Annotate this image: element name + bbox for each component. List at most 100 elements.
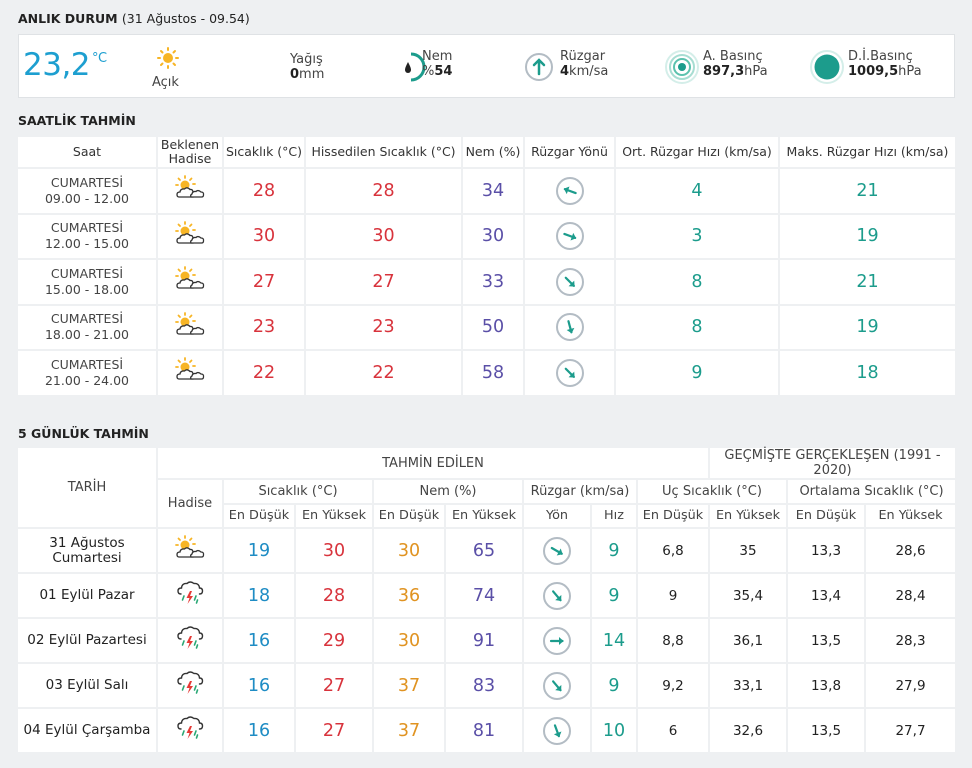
hourly-row: CUMARTESİ 09.00 - 12.00 28 28 34 4 21 [18, 169, 955, 213]
daily-average-min: 13,5 [788, 619, 864, 662]
hourly-wind-dir [525, 169, 614, 213]
daily-hum-max: 74 [446, 574, 522, 617]
wind-direction-icon [555, 358, 584, 387]
col-average-max: En Yüksek [866, 504, 955, 527]
daily-wind-speed: 14 [592, 619, 636, 662]
daily-hum-max: 81 [446, 709, 522, 752]
daily-event [158, 709, 222, 752]
daily-date: 01 Eylül Pazar [18, 574, 156, 617]
daily-row: 01 Eylül Pazar 18 28 36 74 9 9 35,4 13,4 28,4 [18, 574, 955, 617]
daily-table: TARİH TAHMİN EDİLEN GEÇMİŞTE GERÇEKLEŞEN… [16, 446, 957, 754]
daily-extreme-min: 9,2 [638, 664, 708, 707]
daily-extreme-max: 35,4 [710, 574, 786, 617]
hourly-range: 15.00 - 18.00 [44, 281, 130, 297]
current-conditions-panel: 23,2 °C Açık Yağış 0mm Nem %54 Rüzgar 4k… [18, 34, 955, 98]
wind-direction-icon [555, 222, 584, 251]
col-wind-dir: Rüzgar Yönü [525, 137, 614, 167]
hourly-max-wind: 18 [780, 351, 955, 395]
sea-pressure-unit: hPa [898, 64, 922, 79]
col-extreme-min: En Düşük [638, 504, 708, 527]
col-feels: Hissedilen Sıcaklık (°C) [306, 137, 461, 167]
hourly-temp: 23 [224, 305, 304, 349]
daily-hum-min: 30 [374, 529, 444, 572]
hourly-humidity: 58 [463, 351, 523, 395]
thunderstorm-icon [176, 716, 204, 747]
hourly-day: CUMARTESİ [50, 311, 124, 327]
col-event-line2: Hadise [168, 151, 212, 166]
hourly-event [158, 214, 222, 258]
daily-date: 03 Eylül Salı [18, 664, 156, 707]
col-humidity: Nem (%) [463, 137, 523, 167]
daily-event [158, 574, 222, 617]
col-time: Saat [18, 137, 156, 167]
daily-wind-speed: 9 [592, 529, 636, 572]
daily-row: 31 Ağustos Cumartesi 19 30 30 65 9 6,8 35 13,3 28,… [18, 529, 955, 572]
daily-event [158, 529, 222, 572]
sun-icon [157, 47, 179, 73]
col-event-line1: Beklenen [160, 137, 220, 152]
hourly-range: 21.00 - 24.00 [44, 372, 130, 388]
hourly-feels: 27 [306, 260, 461, 304]
daily-temp-min: 16 [224, 709, 294, 752]
pressure-unit: hPa [744, 64, 768, 79]
hourly-wind-dir [525, 260, 614, 304]
wind-direction-icon [543, 716, 571, 745]
daily-date-line1: 04 Eylül Çarşamba [23, 722, 151, 738]
daily-average-max: 28,6 [866, 529, 955, 572]
hourly-avg-wind: 9 [616, 351, 778, 395]
daily-hum-min: 37 [374, 709, 444, 752]
hourly-day: CUMARTESİ [50, 265, 124, 281]
daily-date-line1: 01 Eylül Pazar [39, 587, 135, 603]
current-title-text: ANLIK DURUM [18, 11, 118, 26]
col-wind-dir: Yön [524, 504, 590, 527]
rain-unit: mm [299, 67, 325, 82]
temperature-unit: °C [92, 51, 107, 66]
daily-temp-max: 27 [296, 709, 372, 752]
col-date: TARİH [18, 448, 156, 527]
hourly-max-wind: 19 [780, 214, 955, 258]
col-history-group: GEÇMİŞTE GERÇEKLEŞEN (1991 - 2020) [710, 448, 955, 478]
hourly-avg-wind: 4 [616, 169, 778, 213]
daily-temp-max: 27 [296, 664, 372, 707]
col-wind-speed: Hız [592, 504, 636, 527]
pressure-icon [664, 49, 700, 89]
hourly-range: 12.00 - 15.00 [44, 236, 130, 252]
daily-hum-min: 37 [374, 664, 444, 707]
daily-average-max: 27,9 [866, 664, 955, 707]
hourly-temp: 30 [224, 214, 304, 258]
partly-cloudy-icon [175, 220, 205, 252]
condition-text: Açık [152, 75, 179, 90]
partly-cloudy-icon [175, 266, 205, 297]
hourly-time: CUMARTESİ 12.00 - 15.00 [18, 214, 156, 258]
wind-value: 4 [560, 64, 570, 79]
humidity-value: 54 [434, 64, 453, 79]
hourly-feels: 22 [306, 351, 461, 395]
daily-hum-min: 36 [374, 574, 444, 617]
col-hum-max: En Yüksek [446, 504, 522, 527]
wind-direction-icon [543, 671, 571, 700]
hourly-time: CUMARTESİ 18.00 - 21.00 [18, 305, 156, 349]
daily-temp-min: 16 [224, 619, 294, 662]
hourly-max-wind: 21 [780, 169, 955, 213]
hourly-temp: 28 [224, 169, 304, 213]
hourly-temp: 27 [224, 260, 304, 304]
daily-extreme-max: 35 [710, 529, 786, 572]
hourly-time: CUMARTESİ 09.00 - 12.00 [18, 169, 156, 213]
pressure-value: 897,3 [703, 64, 745, 79]
hourly-humidity: 50 [463, 305, 523, 349]
hourly-table: Saat Beklenen Hadise Sıcaklık (°C) Hissed… [16, 135, 957, 397]
current-title: ANLIK DURUM (31 Ağustos - 09.54) [18, 11, 250, 26]
hourly-time: CUMARTESİ 15.00 - 18.00 [18, 260, 156, 304]
daily-event [158, 664, 222, 707]
daily-wind-dir [524, 619, 590, 662]
daily-average-min: 13,8 [788, 664, 864, 707]
partly-cloudy-icon [175, 311, 205, 343]
pressure-label: A. Basınç [703, 49, 763, 64]
wind-direction-icon [543, 581, 571, 610]
daily-extreme-max: 32,6 [710, 709, 786, 752]
hourly-event [158, 305, 222, 349]
rain-value: 0 [290, 67, 300, 82]
daily-header-row-2: Hadise Sıcaklık (°C) Nem (%) Rüzgar (km/… [18, 480, 955, 527]
hourly-day: CUMARTESİ [50, 356, 124, 372]
wind-direction-icon [543, 626, 571, 655]
